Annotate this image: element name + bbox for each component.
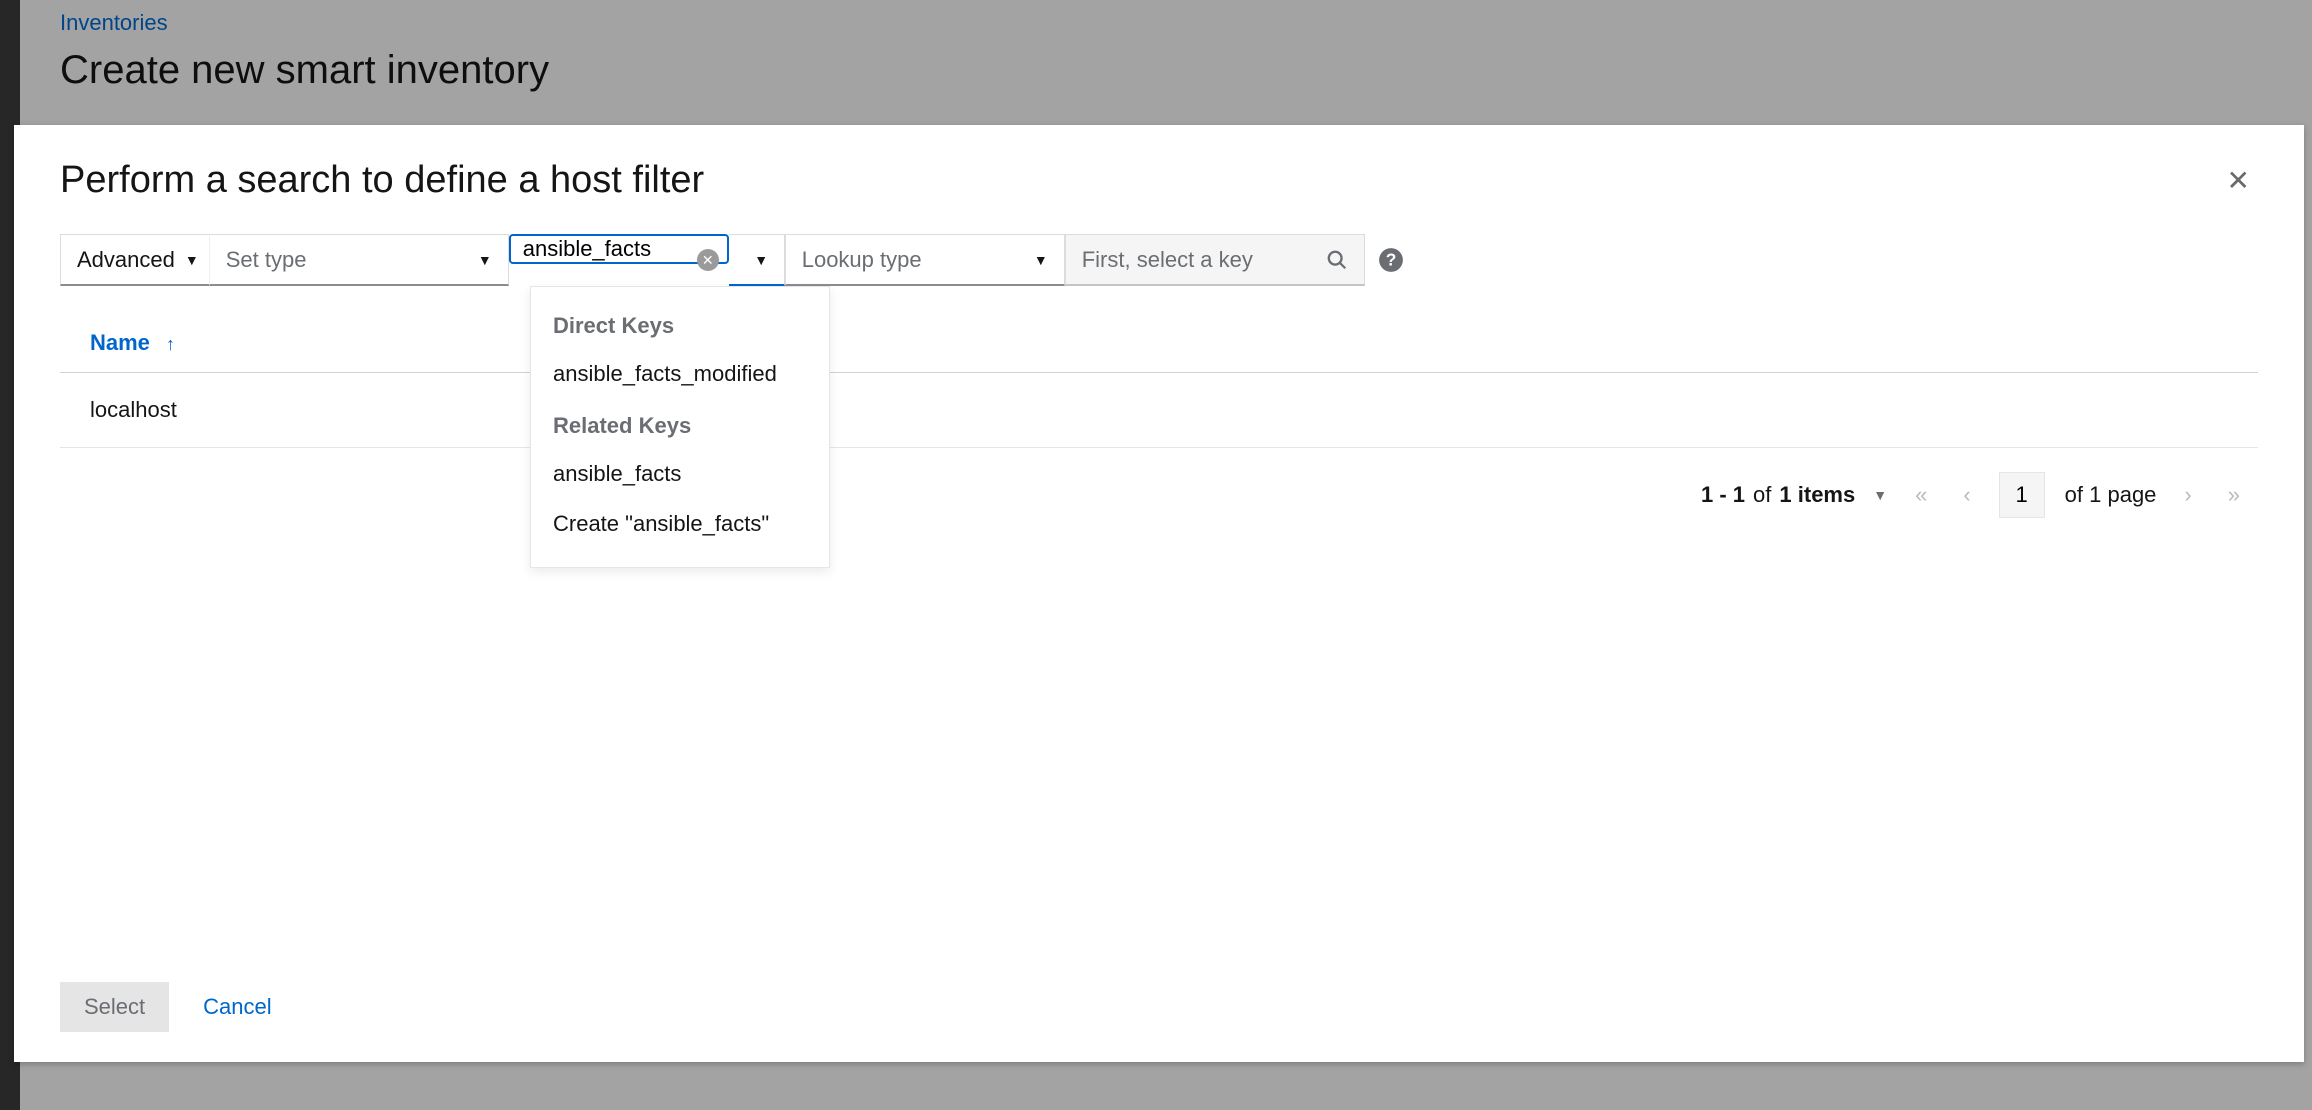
search-icon: [1326, 249, 1348, 271]
modal-title: Perform a search to define a host filter: [60, 159, 704, 202]
column-name-label: Name: [90, 330, 150, 355]
dropdown-heading-related: Related Keys: [531, 399, 829, 449]
caret-down-icon: ▼: [478, 252, 492, 268]
cell-hostname: localhost: [60, 373, 2258, 448]
column-header-name[interactable]: Name ↑: [60, 314, 2258, 373]
caret-down-icon: ▼: [1873, 487, 1887, 503]
dropdown-item[interactable]: ansible_facts: [531, 449, 829, 499]
caret-down-icon: ▼: [754, 252, 768, 268]
items-per-page-display[interactable]: 1 - 1 of 1 items ▼: [1701, 482, 1887, 508]
key-dropdown-toggle[interactable]: ▼: [729, 234, 785, 286]
angle-double-left-icon: «: [1915, 482, 1927, 507]
lookup-type-placeholder: Lookup type: [802, 247, 922, 273]
close-icon: ✕: [2227, 165, 2250, 196]
angle-double-right-icon: »: [2228, 482, 2240, 507]
key-select-group: ✕ ▼: [509, 234, 785, 286]
angle-left-icon: ‹: [1963, 482, 1970, 507]
pager-of: of: [1753, 482, 1771, 508]
svg-text:?: ?: [1385, 249, 1396, 269]
host-filter-modal: Perform a search to define a host filter…: [14, 125, 2304, 1062]
table-row[interactable]: localhost: [60, 373, 2258, 448]
question-circle-icon: ?: [1378, 247, 1404, 273]
clear-key-button[interactable]: ✕: [697, 249, 719, 271]
caret-down-icon: ▼: [185, 252, 199, 268]
advanced-label: Advanced: [77, 247, 175, 273]
select-button[interactable]: Select: [60, 982, 169, 1032]
filter-toolbar: Advanced ▼ Set type ▼ ✕ ▼ Lookup: [60, 234, 2258, 286]
modal-footer: Select Cancel: [14, 962, 2304, 1062]
pager-total-pages: of 1 page: [2065, 482, 2157, 508]
dropdown-heading-direct: Direct Keys: [531, 299, 829, 349]
search-placeholder: First, select a key: [1082, 247, 1253, 273]
times-circle-icon: ✕: [702, 252, 714, 269]
next-page-button[interactable]: ›: [2176, 482, 2199, 508]
last-page-button[interactable]: »: [2220, 482, 2248, 508]
angle-right-icon: ›: [2184, 482, 2191, 507]
search-input-disabled: First, select a key: [1065, 234, 1365, 286]
page-number-input[interactable]: [1999, 472, 2045, 518]
key-suggestions-dropdown: Direct Keys ansible_facts_modified Relat…: [530, 286, 830, 568]
pager-range: 1 - 1: [1701, 482, 1745, 507]
pager-total-items: 1 items: [1779, 482, 1855, 507]
advanced-dropdown[interactable]: Advanced ▼: [60, 234, 209, 286]
cancel-button[interactable]: Cancel: [203, 994, 271, 1020]
key-input[interactable]: [509, 234, 729, 264]
first-page-button[interactable]: «: [1907, 482, 1935, 508]
dropdown-item[interactable]: ansible_facts_modified: [531, 349, 829, 399]
help-button[interactable]: ?: [1365, 234, 1417, 286]
sort-asc-icon: ↑: [166, 334, 175, 354]
dropdown-item-create[interactable]: Create "ansible_facts": [531, 499, 829, 549]
hosts-table: Name ↑ localhost: [60, 314, 2258, 448]
caret-down-icon: ▼: [1034, 252, 1048, 268]
lookup-type-dropdown[interactable]: Lookup type ▼: [785, 234, 1065, 286]
close-button[interactable]: ✕: [2219, 160, 2258, 201]
set-type-dropdown[interactable]: Set type ▼: [209, 234, 509, 286]
prev-page-button[interactable]: ‹: [1955, 482, 1978, 508]
pagination-bar: 1 - 1 of 1 items ▼ « ‹ of 1 page › »: [60, 448, 2258, 542]
set-type-placeholder: Set type: [226, 247, 307, 273]
